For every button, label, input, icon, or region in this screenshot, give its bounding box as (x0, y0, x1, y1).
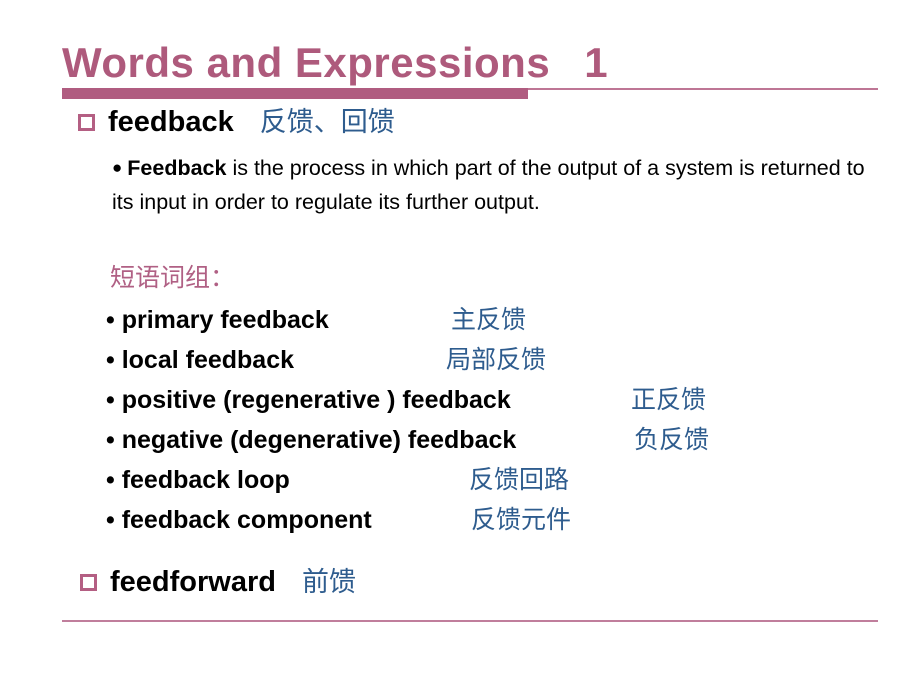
title-rule-thick (62, 88, 528, 99)
round-dot-bullet-icon: ● (112, 158, 123, 177)
phrase-cn: 局部反馈 (446, 346, 547, 374)
definition-paragraph: ● Feedback is the process in which part o… (112, 151, 872, 219)
list-item: • negative (degenerative) feedback 负反馈 (106, 424, 866, 464)
hollow-square-bullet-icon (78, 114, 95, 131)
definition-lead-term: Feedback (127, 156, 227, 180)
phrase-en: • feedback component (106, 506, 372, 534)
phrase-en: • local feedback (106, 346, 295, 374)
phrase-cn: 正反馈 (631, 386, 707, 414)
phrase-list: • primary feedback 主反馈 • local feedback … (106, 304, 866, 544)
entry-heading-feedback: feedback 反馈、回馈 (78, 108, 395, 137)
phrase-en: • negative (degenerative) feedback (106, 426, 517, 454)
page-title: Words and Expressions 1 (62, 28, 762, 84)
phrase-cn: 主反馈 (451, 306, 527, 334)
list-item: • primary feedback 主反馈 (106, 304, 866, 344)
slide-canvas: Words and Expressions 1 feedback 反馈、回馈 ●… (0, 0, 920, 690)
title-text: Words and Expressions (62, 39, 551, 86)
entry-heading-feedforward: feedforward 前馈 (80, 568, 356, 597)
phrase-cn: 反馈元件 (471, 506, 572, 534)
phrase-en: • feedback loop (106, 466, 290, 494)
entry-term-feedback: feedback (108, 106, 234, 138)
entry-translation-feedback: 反馈、回馈 (259, 107, 395, 137)
entry-term-feedforward: feedforward (110, 566, 276, 598)
phrase-cn: 反馈回路 (469, 466, 570, 494)
phrase-cn: 负反馈 (634, 426, 710, 454)
phrases-section-label: 短语词组： (110, 264, 236, 292)
phrase-en: • primary feedback (106, 306, 329, 334)
list-item: • feedback loop 反馈回路 (106, 464, 866, 504)
list-item: • positive (regenerative ) feedback 正反馈 (106, 384, 866, 424)
footer-rule (62, 620, 878, 622)
list-item: • feedback component 反馈元件 (106, 504, 866, 544)
entry-translation-feedforward: 前馈 (301, 567, 356, 597)
hollow-square-bullet-icon (80, 574, 97, 591)
title-number: 1 (584, 39, 608, 86)
list-item: • local feedback 局部反馈 (106, 344, 866, 384)
phrase-en: • positive (regenerative ) feedback (106, 386, 511, 414)
